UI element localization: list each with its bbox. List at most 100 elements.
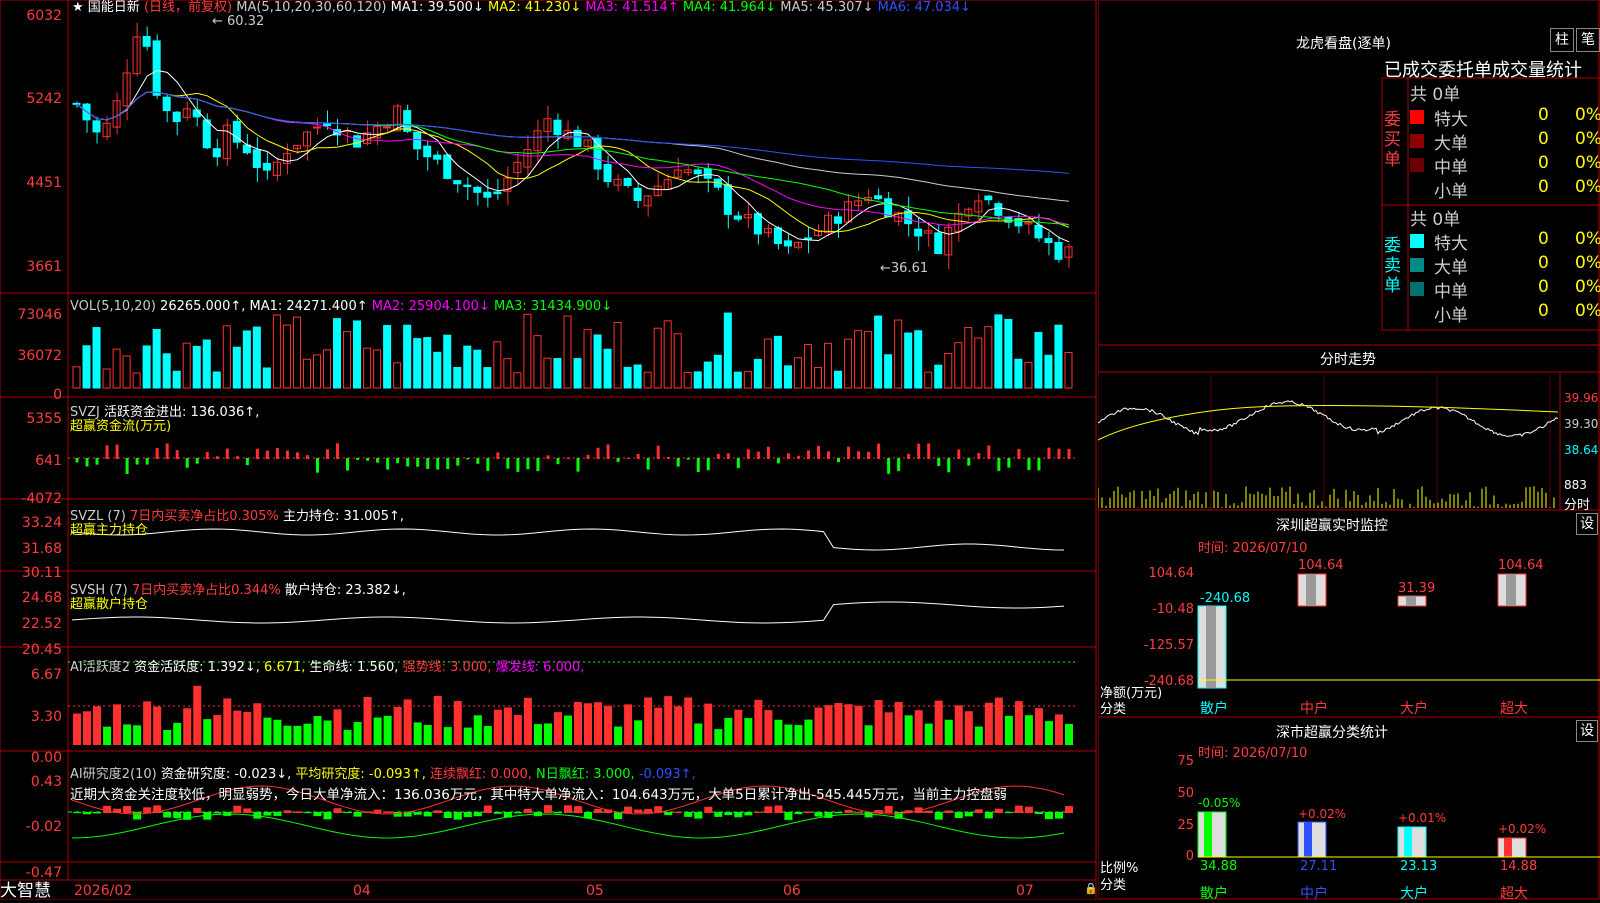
volume-bar [423,337,432,389]
tick-view-button[interactable]: 笔 [1576,28,1600,52]
research-bar [574,806,583,813]
activity-bar [994,697,1003,745]
activity-bar [563,715,572,745]
candle-body [72,102,81,105]
flow-bar [215,456,219,459]
flow-bar [696,458,700,473]
buy-row-pct: 0% [1575,129,1600,149]
volume-bar [142,345,151,389]
sell-row-value: 0 [1538,277,1549,297]
fenshi-vol-tick: 883 [1564,478,1587,492]
volume-bar [864,330,873,389]
activity-bar [163,729,172,745]
research-bar [283,810,292,813]
buy-color-swatch [1410,110,1424,124]
volume-bar [743,371,752,389]
research-bar [323,812,332,820]
research-bar [133,812,142,820]
monitor-bar-shade [1406,596,1416,606]
flow-bar [1007,458,1011,468]
activity-bar [1064,723,1073,745]
svzl-header: SVZL (7) 7日内买卖净占比0.305% 主力持仓: 31.005↑, [70,509,404,524]
volume-bar [593,334,602,389]
flow-bar [917,443,921,459]
svsh-axis-tick: 20.45 [21,642,62,658]
candle-body [934,232,943,254]
candle-body [162,96,171,112]
activity-bar [984,702,993,745]
activity-bar [123,724,132,745]
brand-label: 大智慧 [0,881,51,901]
activity-bar [463,727,472,745]
activity-bar [373,717,382,745]
main-chart-area[interactable]: ★ 国能日新 (日线，前复权) MA(5,10,20,30,60,120) MA… [0,0,1098,901]
activity-bar [253,703,262,745]
volume-bar [1064,352,1073,389]
ma-line [76,91,1070,202]
volume-bar [363,347,372,389]
volume-bar [874,315,883,389]
activity-bar [263,717,272,745]
activity-bar [614,726,623,745]
volume-bar [323,349,332,389]
activity-bar [533,724,542,745]
activity-bar [584,703,593,745]
research-bar [473,812,482,817]
activity-bar [674,706,683,745]
volume-bar [904,332,913,389]
flow-bar [736,458,740,469]
flow-bar [756,451,760,459]
tabs-title[interactable]: 已成交委托单成交量统计 [1384,56,1582,82]
kline-chart[interactable] [0,0,1097,900]
activity-bar [113,704,122,745]
column-view-button[interactable]: 柱 [1550,28,1574,52]
classify-bar-fill [1304,822,1312,857]
monitor-axis-tick: -10.48 [1152,602,1194,617]
research-bar [343,812,352,814]
flow-bar [225,448,229,459]
flow-bar [275,447,279,459]
sell-row-value: 0 [1538,301,1549,321]
research-bar [714,812,723,817]
monitor-axis-tick: 104.64 [1148,566,1195,581]
date-tick: 04 [353,883,371,899]
volume-bar [573,358,582,389]
research-bar [754,811,763,813]
research-bar [924,810,933,813]
low-annotation: ←36.61 [880,261,929,276]
activity-bar [1004,715,1013,745]
sell-row-pct: 0% [1575,301,1600,321]
volume-bar [413,338,422,389]
volume-bar [633,364,642,389]
volume-bar [914,330,923,389]
classify-axis-tick: 75 [1177,754,1194,769]
classify-settings-button[interactable]: 设 [1576,720,1598,742]
research-bar [624,806,633,813]
price-axis-tick: 4451 [26,175,62,191]
volume-bar [242,330,251,389]
candle-body [553,119,562,135]
research-bar [734,812,743,818]
research-bar [794,812,803,815]
buy-row-name: 大单 [1434,134,1468,154]
svzj-header: SVZJ 活跃资金进出: 136.036↑, [70,405,260,420]
volume-bar [1054,324,1063,389]
candle-body [994,203,1003,216]
flow-bar [746,449,750,459]
activity-bar [293,725,302,745]
monitor-settings-button[interactable]: 设 [1576,513,1598,535]
flow-bar [456,458,460,466]
candle-body [593,137,602,170]
flow-bar [867,451,871,459]
date-tick: 05 [586,883,604,899]
research-bar [313,812,322,817]
volume-bar [773,335,782,389]
flow-bar [877,443,881,459]
classify-axis-tick: 50 [1177,786,1194,801]
vol-axis-tick: 36072 [17,348,62,364]
monitor-cat: 散户 [1200,701,1228,717]
research-bar [383,811,392,813]
research-bar [213,812,222,814]
activity-bar [764,710,773,745]
flow-bar [857,451,861,459]
